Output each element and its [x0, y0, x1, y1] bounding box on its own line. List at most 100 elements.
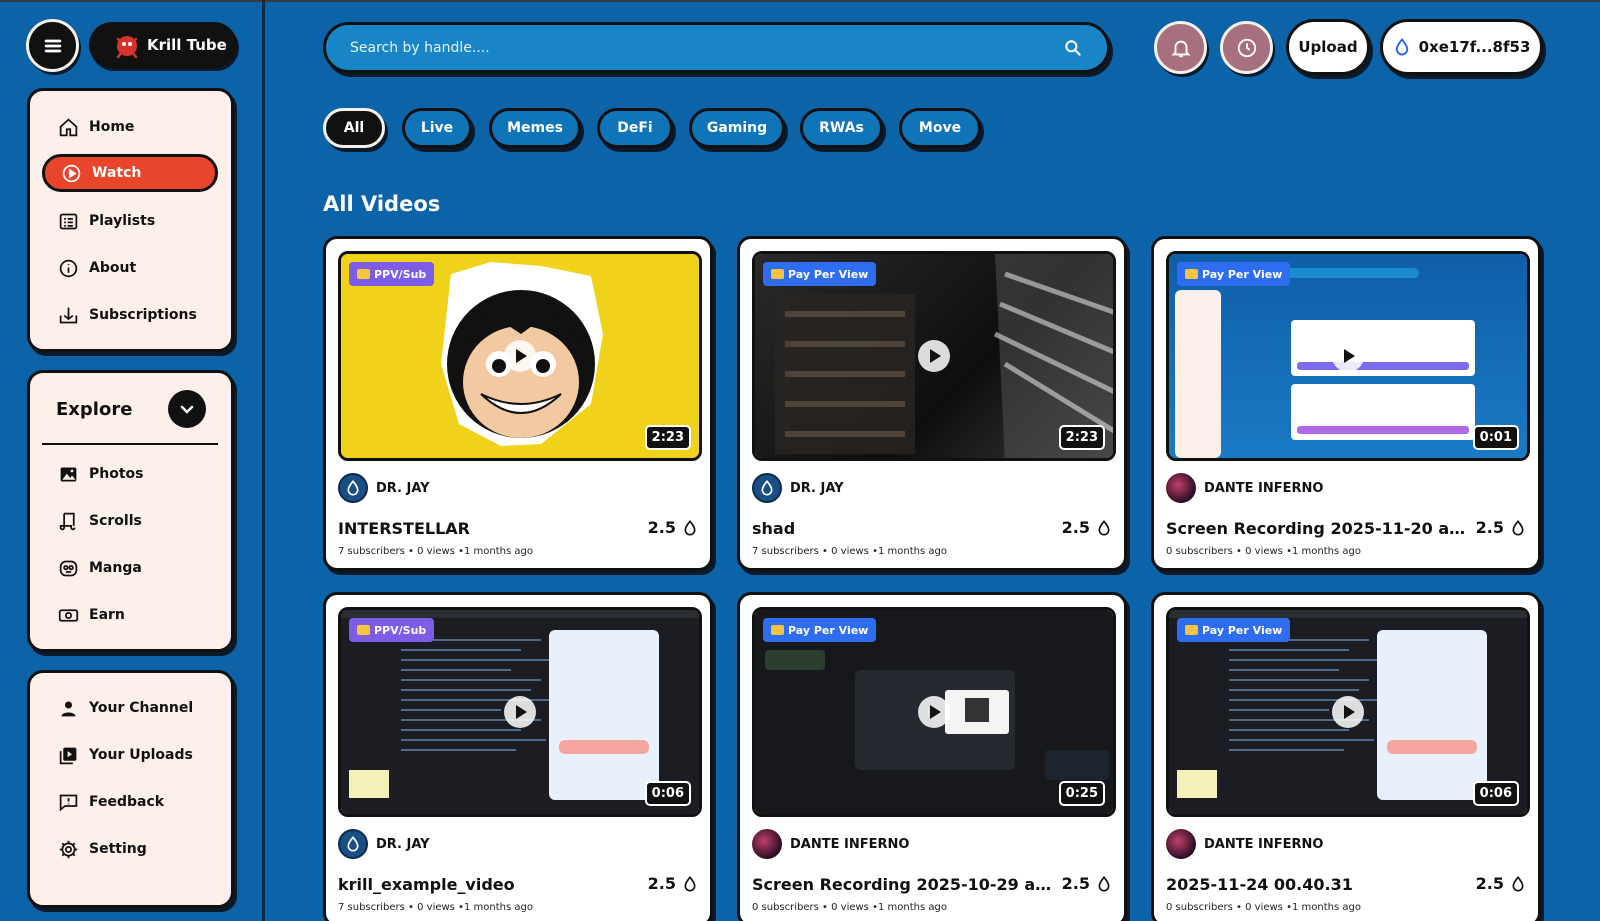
user-icon — [57, 697, 79, 719]
creator-name: DR. JAY — [376, 836, 430, 852]
video-meta: 7 subscribers • 0 views •1 months ago — [338, 902, 533, 913]
nav-photos[interactable]: Photos — [42, 455, 218, 493]
filter-chip-memes[interactable]: Memes — [489, 108, 581, 148]
video-card[interactable]: PPV/Sub 0:06 DR. JAY krill_example_video… — [323, 592, 713, 921]
video-title[interactable]: krill_example_video — [338, 875, 638, 894]
nav-your-uploads[interactable]: Your Uploads — [42, 736, 218, 774]
video-thumbnail[interactable]: Pay Per View 0:01 — [1166, 251, 1530, 461]
video-thumbnail[interactable]: PPV/Sub 2:23 — [338, 251, 702, 461]
video-card[interactable]: Pay Per View 0:06 DANTE INFERNO 2025-11-… — [1151, 592, 1541, 921]
sui-drop-icon — [1512, 875, 1524, 891]
explore-toggle[interactable] — [168, 390, 206, 428]
nav-scrolls[interactable]: Scrolls — [42, 502, 218, 540]
duration-badge: 2:23 — [644, 425, 691, 450]
video-card[interactable]: PPV/Sub 2:23 DR. JAY INTERSTELLAR 2.5 7 … — [323, 236, 713, 571]
search-icon[interactable] — [1063, 38, 1083, 58]
access-badge: Pay Per View — [1177, 618, 1291, 642]
creator-row[interactable]: DANTE INFERNO — [752, 829, 909, 859]
nav-your-channel[interactable]: Your Channel — [42, 689, 218, 727]
price-value: 2.5 — [1061, 874, 1090, 893]
access-badge: Pay Per View — [1177, 262, 1291, 286]
video-price: 2.5 — [648, 874, 698, 893]
main-nav: Home Watch Playlists About Subscriptions — [27, 88, 234, 352]
avatar — [752, 473, 782, 503]
filter-chip-defi[interactable]: DeFi — [597, 108, 673, 148]
filter-chip-rwas[interactable]: RWAs — [800, 108, 883, 148]
notifications-button[interactable] — [1154, 21, 1207, 74]
ticket-icon — [1185, 269, 1198, 279]
nav-subscriptions[interactable]: Subscriptions — [42, 296, 218, 334]
sidebar: Krill Tube Home Watch Playlists About Su… — [0, 0, 265, 921]
explore-title: Explore — [56, 399, 133, 420]
bell-icon — [1170, 40, 1191, 57]
duration-badge: 0:06 — [1472, 781, 1519, 806]
access-badge: PPV/Sub — [349, 262, 435, 286]
gear-icon — [57, 838, 79, 860]
video-title[interactable]: INTERSTELLAR — [338, 519, 638, 538]
chevron-down-icon — [180, 405, 194, 414]
ticket-icon — [357, 269, 370, 279]
uploads-icon — [57, 744, 79, 766]
play-icon[interactable] — [1332, 696, 1364, 728]
upload-button[interactable]: Upload — [1286, 19, 1370, 75]
search-bar — [323, 22, 1110, 73]
creator-row[interactable]: DANTE INFERNO — [1166, 829, 1323, 859]
video-meta: 7 subscribers • 0 views •1 months ago — [752, 546, 947, 557]
price-value: 2.5 — [1475, 874, 1504, 893]
nav-earn[interactable]: Earn — [42, 596, 218, 634]
subscriptions-icon — [57, 304, 79, 326]
nav-manga-label: Manga — [89, 560, 142, 576]
avatar — [752, 829, 782, 859]
history-button[interactable] — [1220, 21, 1273, 74]
sui-drop-icon — [684, 875, 696, 891]
play-circle-icon — [60, 162, 82, 184]
filter-chip-all[interactable]: All — [323, 108, 385, 148]
video-title[interactable]: Screen Recording 2025-10-29 at... — [752, 875, 1052, 894]
video-title[interactable]: shad — [752, 519, 1052, 538]
filter-chip-label: Live — [420, 120, 454, 136]
creator-row[interactable]: DR. JAY — [338, 829, 430, 859]
manga-icon — [57, 557, 79, 579]
price-value: 2.5 — [1475, 518, 1504, 537]
brand-logo[interactable]: Krill Tube — [89, 22, 237, 68]
nav-watch[interactable]: Watch — [42, 154, 218, 192]
video-card[interactable]: Pay Per View 2:23 DR. JAY shad 2.5 7 sub… — [737, 236, 1127, 571]
creator-row[interactable]: DANTE INFERNO — [1166, 473, 1323, 503]
ticket-icon — [771, 625, 784, 635]
duration-badge: 0:01 — [1472, 425, 1519, 450]
creator-row[interactable]: DR. JAY — [752, 473, 844, 503]
filter-chip-gaming[interactable]: Gaming — [689, 108, 785, 148]
duration-badge: 2:23 — [1058, 425, 1105, 450]
nav-feedback[interactable]: Feedback — [42, 783, 218, 821]
filter-chip-move[interactable]: Move — [899, 108, 981, 148]
video-title[interactable]: Screen Recording 2025-11-20 at... — [1166, 519, 1466, 538]
video-thumbnail[interactable]: Pay Per View 2:23 — [752, 251, 1116, 461]
play-icon[interactable] — [1332, 340, 1364, 372]
creator-row[interactable]: DR. JAY — [338, 473, 430, 503]
menu-button[interactable] — [26, 19, 79, 72]
access-badge: PPV/Sub — [349, 618, 435, 642]
nav-about[interactable]: About — [42, 249, 218, 287]
video-meta: 7 subscribers • 0 views •1 months ago — [338, 546, 533, 557]
info-icon — [57, 257, 79, 279]
nav-your-uploads-label: Your Uploads — [89, 747, 193, 763]
play-icon[interactable] — [504, 696, 536, 728]
video-thumbnail[interactable]: Pay Per View 0:06 — [1166, 607, 1530, 817]
search-input[interactable] — [350, 39, 1063, 56]
nav-home[interactable]: Home — [42, 108, 218, 146]
nav-playlists[interactable]: Playlists — [42, 202, 218, 240]
wallet-button[interactable]: 0xe17f...8f53 — [1380, 19, 1543, 75]
video-title[interactable]: 2025-11-24 00.40.31 — [1166, 875, 1466, 894]
video-thumbnail[interactable]: Pay Per View 0:25 — [752, 607, 1116, 817]
nav-manga[interactable]: Manga — [42, 549, 218, 587]
filter-chip-live[interactable]: Live — [402, 108, 472, 148]
price-value: 2.5 — [1061, 518, 1090, 537]
play-icon[interactable] — [504, 340, 536, 372]
nav-setting[interactable]: Setting — [42, 830, 218, 868]
video-card[interactable]: Pay Per View 0:25 DANTE INFERNO Screen R… — [737, 592, 1127, 921]
play-icon[interactable] — [918, 696, 950, 728]
video-card[interactable]: Pay Per View 0:01 DANTE INFERNO Screen R… — [1151, 236, 1541, 571]
play-icon[interactable] — [918, 340, 950, 372]
video-thumbnail[interactable]: PPV/Sub 0:06 — [338, 607, 702, 817]
nav-earn-label: Earn — [89, 607, 125, 623]
